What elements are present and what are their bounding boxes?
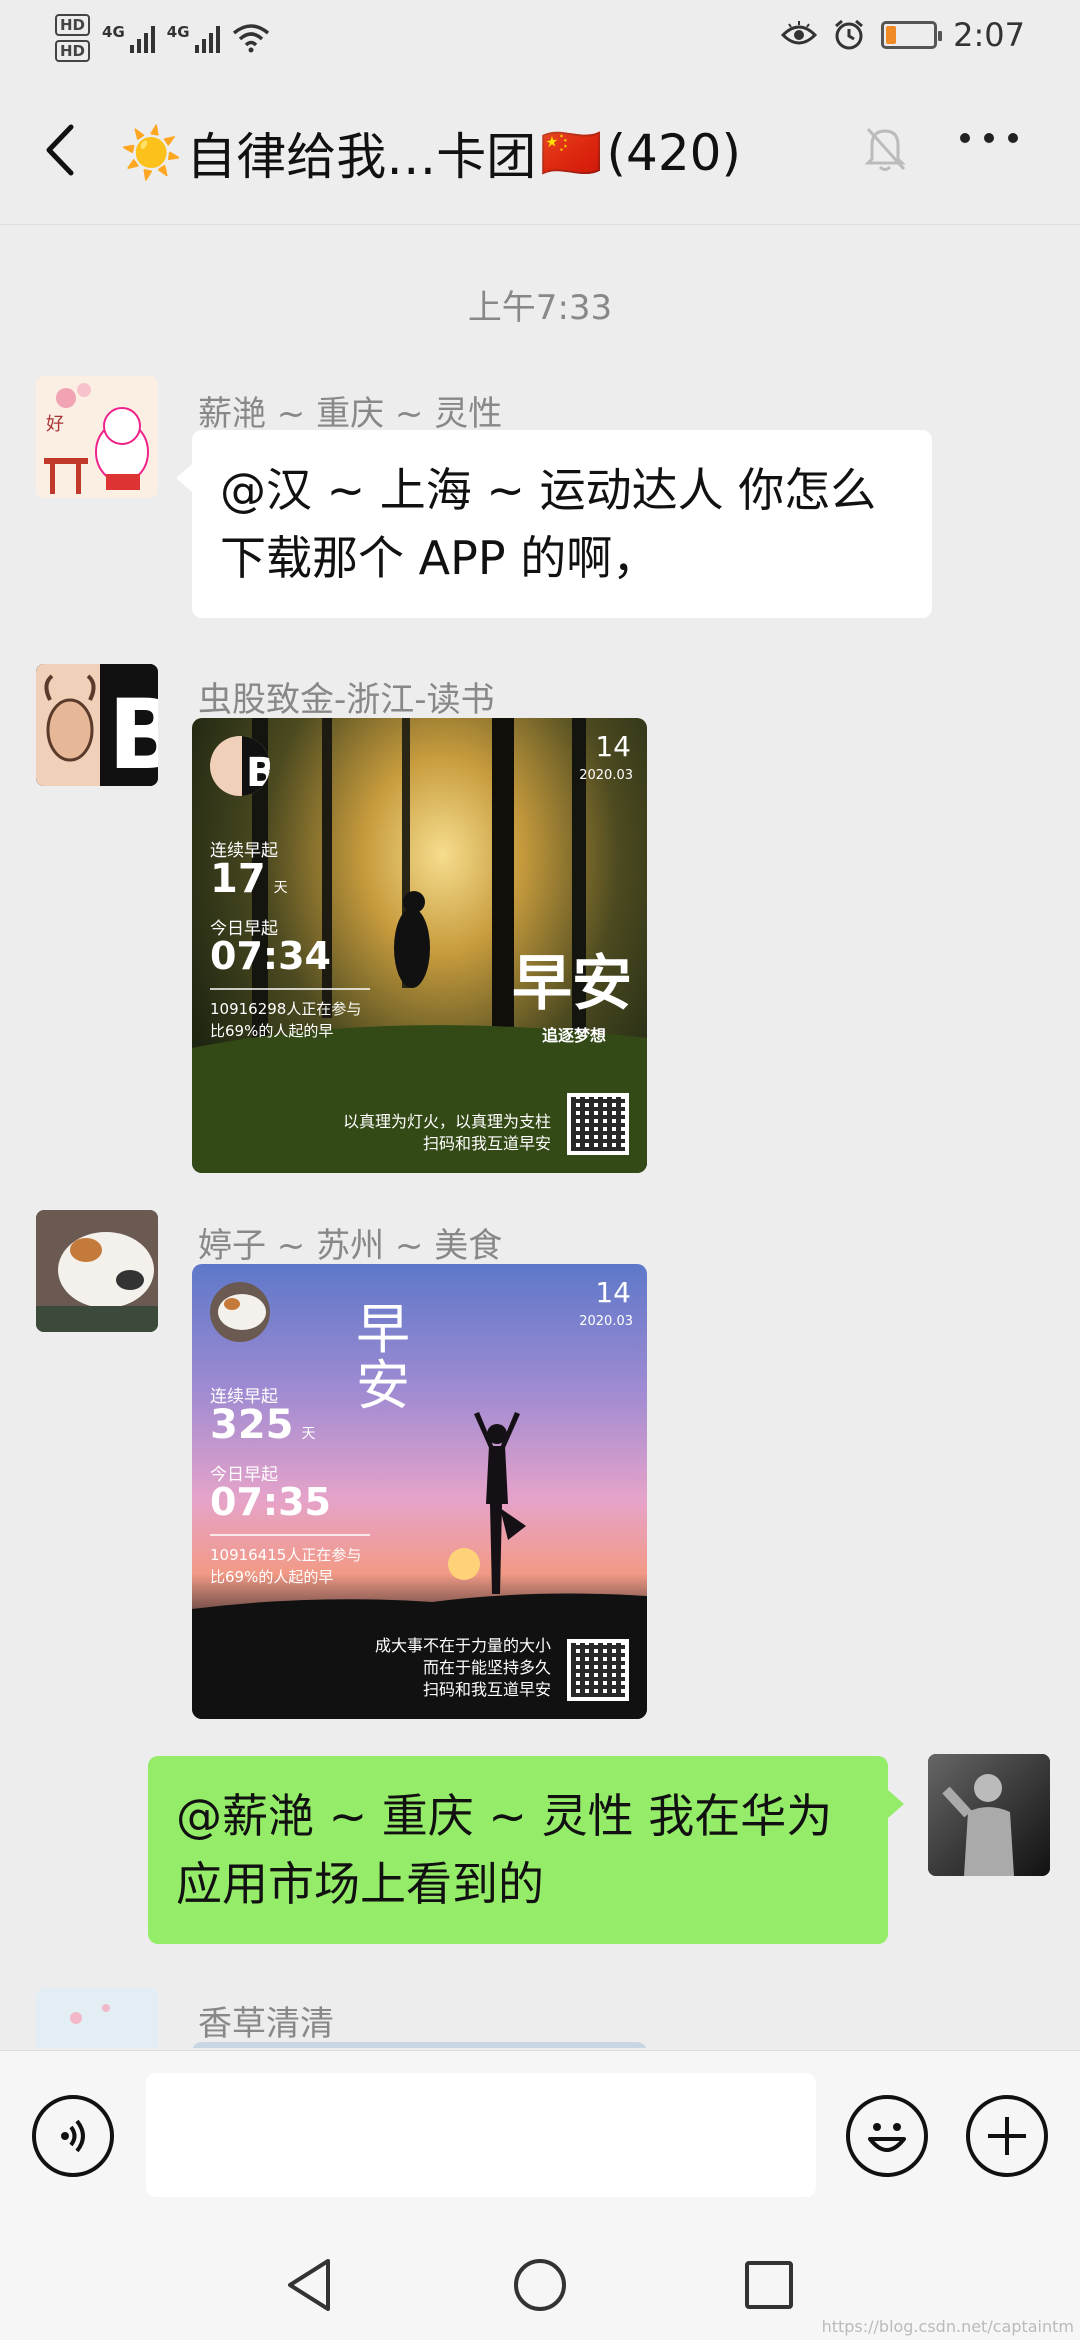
member-count: (420) <box>606 124 741 182</box>
card-logo <box>210 1282 270 1342</box>
avatar-chonggu[interactable]: B <box>36 664 158 786</box>
time-divider: 上午7:33 <box>467 288 613 328</box>
sender-name: 香草清清 <box>198 2004 334 2044</box>
card-quote: 成大事不在于力量的大小 而在于能坚持多久 扫码和我互道早安 <box>374 1636 551 1699</box>
qr-code <box>567 1093 629 1155</box>
qr-code <box>567 1639 629 1701</box>
svg-text:B: B <box>108 679 158 786</box>
back-button[interactable] <box>30 115 90 185</box>
hd-badge-2: HD <box>55 40 91 62</box>
card-quote: 以真理为灯火，以真理为支柱 扫码和我互道早安 <box>342 1112 551 1153</box>
emoji-button[interactable] <box>846 2095 928 2177</box>
status-left: HD HD 4G 4G <box>55 14 270 62</box>
emoji-icon <box>868 2123 906 2152</box>
svg-text:好: 好 <box>46 414 64 435</box>
chat-messages[interactable]: 上午7:33 好 薪滟 ~ 重庆 ~ 灵性 @汉 ~ 上海 ~ 运动达人 你怎么… <box>0 226 1080 2048</box>
partial-image-message[interactable] <box>192 2042 647 2048</box>
streak-value: 17 天 <box>210 856 288 902</box>
more-icon[interactable] <box>960 133 1018 143</box>
voice-icon <box>61 2119 85 2153</box>
system-recents-button[interactable] <box>736 2252 802 2318</box>
signal-icon-1: 4G <box>102 23 155 53</box>
battery-fill <box>886 26 897 44</box>
china-flag-icon: 🇨🇳 <box>540 123 603 182</box>
plus-icon <box>988 2117 1026 2155</box>
participant-stats: 10916415人正在参与 比69%的人起的早 <box>210 1546 362 1586</box>
hd-indicators: HD HD <box>55 14 91 62</box>
avatar-xiangcao[interactable] <box>36 1988 158 2048</box>
home-circle-icon <box>514 2259 566 2311</box>
message-line: @薪滟 ~ 重庆 ~ 灵性 我在华为 <box>176 1789 833 1843</box>
system-navigation-bar: https://blog.csdn.net/captaintm <box>0 2230 1080 2340</box>
chat-header: ☀️ 自律给我…卡团 🇨🇳 (420) <box>0 75 1080 225</box>
alarm-icon <box>835 19 864 50</box>
system-back-button[interactable] <box>276 2252 342 2318</box>
flower-avatar-image <box>36 1988 158 2048</box>
sender-name: 婷子 ~ 苏州 ~ 美食 <box>198 1226 503 1266</box>
card-day: 14 <box>595 1276 631 1309</box>
message-line: 应用市场上看到的 <box>176 1857 544 1911</box>
status-bar: HD HD 4G 4G 2:07 <box>0 0 1080 75</box>
self-avatar[interactable] <box>928 1754 1050 1876</box>
status-right: 2:07 <box>781 16 1025 54</box>
cat-avatar-image <box>36 1210 158 1332</box>
more-functions-button[interactable] <box>966 2095 1048 2177</box>
clock-time: 2:07 <box>953 16 1025 54</box>
divider <box>210 988 370 990</box>
message-line: @汉 ~ 上海 ~ 运动达人 你怎么 <box>220 463 877 517</box>
brush-subtext: 追逐梦想 <box>542 1026 607 1045</box>
wifi-icon <box>232 24 269 53</box>
message-input[interactable] <box>146 2073 816 2197</box>
ox-avatar-image: B <box>36 664 158 786</box>
recents-square-icon <box>745 2261 793 2309</box>
signal-icon-2: 4G <box>167 23 220 53</box>
sun-emoji-icon: ☀️ <box>120 123 183 182</box>
avatar-tingzi[interactable] <box>36 1210 158 1332</box>
chat-title: ☀️ 自律给我…卡团 🇨🇳 (420) <box>120 117 741 189</box>
group-name: 自律给我…卡团 <box>186 128 537 186</box>
sender-name: 虫股致金-浙江-读书 <box>198 680 495 720</box>
avatar-xinyan[interactable]: 好 <box>36 376 158 498</box>
hd-badge-1: HD <box>55 14 91 36</box>
early-rise-card-image[interactable]: B 14 2020.03 连续早起 17 天 今日早起 07:34 1091629… <box>192 718 647 1173</box>
card-day: 14 <box>595 730 631 763</box>
watermark: https://blog.csdn.net/captaintm <box>821 2317 1074 2336</box>
voice-button[interactable] <box>32 2095 114 2177</box>
card-logo: B <box>210 736 270 796</box>
card-year-month: 2020.03 <box>579 768 633 783</box>
mute-bell-icon <box>864 127 906 171</box>
today-time: 07:34 <box>210 934 331 978</box>
input-bar <box>0 2050 1080 2230</box>
network-type-2: 4G <box>166 23 190 41</box>
self-message-bubble[interactable]: @薪滟 ~ 重庆 ~ 灵性 我在华为 应用市场上看到的 <box>148 1756 904 1944</box>
card-year-month: 2020.03 <box>579 1314 633 1329</box>
message-line: 下载那个 APP 的啊， <box>220 531 659 585</box>
eye-comfort-icon <box>781 21 818 45</box>
network-type-1: 4G <box>102 23 125 41</box>
divider <box>210 1534 370 1536</box>
battery-icon <box>881 21 943 49</box>
morning-brush-text: 早安 <box>356 1298 410 1417</box>
participant-stats: 10916298人正在参与 比69%的人起的早 <box>210 1000 362 1040</box>
today-time: 07:35 <box>210 1480 331 1524</box>
lucky-cat-avatar-image: 好 <box>36 376 158 498</box>
morning-brush-text: 早安 <box>512 949 632 1019</box>
sender-name: 薪滟 ~ 重庆 ~ 灵性 <box>198 394 503 434</box>
back-triangle-icon <box>288 2259 330 2311</box>
early-rise-card-image[interactable]: 14 2020.03 早安 连续早起 325 天 今日早起 07:35 10916… <box>192 1264 647 1719</box>
system-home-button[interactable] <box>507 2252 573 2318</box>
message-bubble[interactable]: @汉 ~ 上海 ~ 运动达人 你怎么 下载那个 APP 的啊， <box>176 430 932 618</box>
person-photo-avatar-image <box>928 1754 1050 1876</box>
back-arrow-icon <box>46 124 74 176</box>
streak-value: 325 天 <box>210 1402 316 1448</box>
